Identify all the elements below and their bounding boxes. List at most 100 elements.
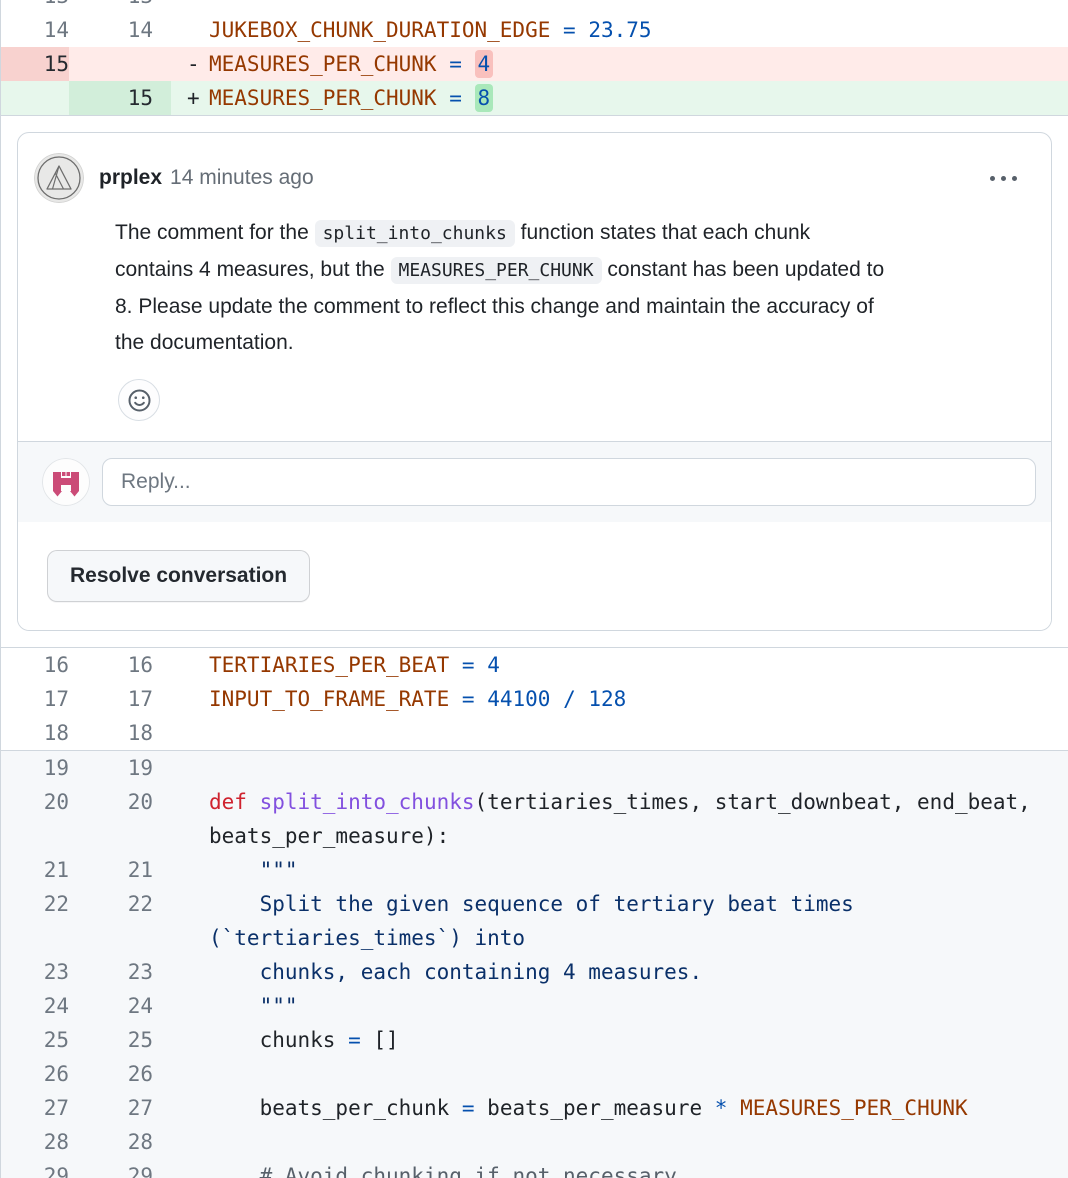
line-number-old[interactable]: 15 bbox=[1, 47, 69, 81]
line-number-new[interactable]: 21 bbox=[69, 853, 171, 887]
code-line: JUKEBOX_CHUNK_DURATION_EDGE = 23.75 bbox=[209, 13, 1068, 47]
line-number-new[interactable]: 18 bbox=[69, 716, 171, 750]
code-token: """ bbox=[209, 994, 298, 1018]
diff-row: 2525 chunks = [] bbox=[1, 1023, 1068, 1057]
line-number-new[interactable]: 29 bbox=[69, 1159, 171, 1178]
line-number-old[interactable]: 19 bbox=[1, 751, 69, 785]
diff-hunk-mid: 1616 TERTIARIES_PER_BEAT = 4 1717 INPUT_TO_… bbox=[1, 648, 1068, 750]
diff-row: 1919 bbox=[1, 751, 1068, 785]
line-number-old[interactable]: 27 bbox=[1, 1091, 69, 1125]
code-token: beats_per_measure bbox=[475, 1096, 715, 1120]
code-line: beats_per_chunk = beats_per_measure * ME… bbox=[209, 1091, 1068, 1125]
line-number-old[interactable]: 26 bbox=[1, 1057, 69, 1091]
current-user-avatar[interactable] bbox=[42, 458, 90, 506]
code-token: TERTIARIES_PER_BEAT bbox=[209, 653, 449, 677]
code-token bbox=[550, 687, 563, 711]
diff-row: 2424 """ bbox=[1, 989, 1068, 1023]
line-number-old[interactable]: 20 bbox=[1, 785, 69, 819]
line-number-new[interactable]: 23 bbox=[69, 955, 171, 989]
line-number-old[interactable]: 22 bbox=[1, 887, 69, 921]
line-number-new[interactable]: 17 bbox=[69, 682, 171, 716]
comment-text: contains 4 measures, but the bbox=[115, 258, 391, 281]
line-number-old[interactable]: 14 bbox=[1, 13, 69, 47]
line-number-new[interactable]: 22 bbox=[69, 887, 171, 921]
inline-code: MEASURES_PER_CHUNK bbox=[391, 257, 602, 284]
line-number-old[interactable]: 18 bbox=[1, 716, 69, 750]
code-token: chunks, each containing 4 measures. bbox=[209, 960, 702, 984]
code-token: [] bbox=[361, 1028, 399, 1052]
code-line: Split the given sequence of tertiary bea… bbox=[209, 887, 1068, 955]
line-number-new[interactable]: 13 bbox=[69, 0, 171, 13]
code-token bbox=[462, 52, 475, 76]
code-token bbox=[247, 790, 260, 814]
line-number-new[interactable]: 27 bbox=[69, 1091, 171, 1125]
comment-timestamp[interactable]: 14 minutes ago bbox=[170, 166, 314, 190]
code-line: def split_into_chunks(tertiaries_times, … bbox=[209, 785, 1068, 853]
code-token: chunks bbox=[209, 1028, 348, 1052]
code-token: split_into_chunks bbox=[260, 790, 475, 814]
code-token: = bbox=[462, 687, 475, 711]
line-number-old[interactable]: 23 bbox=[1, 955, 69, 989]
code-token bbox=[449, 653, 462, 677]
line-number-new[interactable]: 19 bbox=[69, 751, 171, 785]
code-line: """ bbox=[209, 989, 1068, 1023]
diff-row: 2121 """ bbox=[1, 853, 1068, 887]
diff-hunk-tail: 19192020 def split_into_chunks(tertiaries… bbox=[1, 750, 1068, 1178]
diff-row: 15+MEASURES_PER_CHUNK = 8 bbox=[1, 81, 1068, 115]
line-number-old[interactable]: 13 bbox=[1, 0, 69, 13]
reply-input[interactable] bbox=[102, 458, 1036, 506]
line-number-old[interactable]: 16 bbox=[1, 648, 69, 682]
line-number-new[interactable]: 25 bbox=[69, 1023, 171, 1057]
author-avatar[interactable] bbox=[34, 153, 84, 203]
comment-author[interactable]: prplex bbox=[99, 166, 162, 190]
line-number-new[interactable]: 16 bbox=[69, 648, 171, 682]
line-number-old[interactable]: 28 bbox=[1, 1125, 69, 1159]
code-token: = bbox=[462, 653, 475, 677]
line-number-new[interactable]: 28 bbox=[69, 1125, 171, 1159]
line-number-old[interactable]: 29 bbox=[1, 1159, 69, 1178]
code-token bbox=[475, 653, 488, 677]
comment-text: constant has been updated to bbox=[602, 258, 885, 281]
code-token: Split the given sequence of tertiary bea… bbox=[209, 892, 854, 950]
kebab-dot bbox=[1012, 176, 1017, 181]
diff-row: 2929 # Avoid chunking if not necessary. bbox=[1, 1159, 1068, 1178]
code-line: INPUT_TO_FRAME_RATE = 44100 / 128 bbox=[209, 682, 1068, 716]
code-token: 4 bbox=[475, 50, 494, 78]
diff-row: 2020 def split_into_chunks(tertiaries_tim… bbox=[1, 785, 1068, 853]
code-token: MEASURES_PER_CHUNK bbox=[209, 52, 437, 76]
line-number-new[interactable]: 14 bbox=[69, 13, 171, 47]
code-token: * bbox=[715, 1096, 728, 1120]
code-token bbox=[437, 52, 450, 76]
code-line: TERTIARIES_PER_BEAT = 4 bbox=[209, 648, 1068, 682]
diff-sign: + bbox=[171, 81, 209, 115]
code-line: chunks = [] bbox=[209, 1023, 1068, 1057]
code-token: """ bbox=[209, 858, 298, 882]
resolve-conversation-button[interactable]: Resolve conversation bbox=[47, 550, 310, 602]
comment-main: prplex 14 minutes ago The comment for th… bbox=[18, 133, 1051, 421]
line-number-old[interactable]: 21 bbox=[1, 853, 69, 887]
code-token: 4 bbox=[487, 653, 500, 677]
diff-row: 1717 INPUT_TO_FRAME_RATE = 44100 / 128 bbox=[1, 682, 1068, 716]
smiley-icon bbox=[127, 388, 152, 413]
code-token: / bbox=[563, 687, 576, 711]
line-number-new[interactable]: 24 bbox=[69, 989, 171, 1023]
comment-text: The comment for the bbox=[115, 221, 315, 244]
inline-code: split_into_chunks bbox=[315, 220, 515, 247]
diff-row: 2828 bbox=[1, 1125, 1068, 1159]
line-number-new[interactable]: 15 bbox=[69, 81, 171, 115]
code-token: def bbox=[209, 790, 247, 814]
line-number-new[interactable]: 20 bbox=[69, 785, 171, 819]
line-number-new[interactable]: 26 bbox=[69, 1057, 171, 1091]
line-number-old[interactable]: 25 bbox=[1, 1023, 69, 1057]
line-number-old[interactable]: 17 bbox=[1, 682, 69, 716]
code-token: 44100 bbox=[487, 687, 550, 711]
add-reaction-button[interactable] bbox=[118, 379, 160, 421]
diff-row: 1616 TERTIARIES_PER_BEAT = 4 bbox=[1, 648, 1068, 682]
comment-body: The comment for the split_into_chunks fu… bbox=[115, 215, 1019, 361]
diff-row: 1818 bbox=[1, 716, 1068, 750]
kebab-menu-icon[interactable] bbox=[988, 170, 1019, 187]
code-token: beats_per_chunk bbox=[209, 1096, 462, 1120]
comment-text: 8. Please update the comment to reflect … bbox=[115, 295, 874, 318]
code-token: MEASURES_PER_CHUNK bbox=[740, 1096, 968, 1120]
line-number-old[interactable]: 24 bbox=[1, 989, 69, 1023]
